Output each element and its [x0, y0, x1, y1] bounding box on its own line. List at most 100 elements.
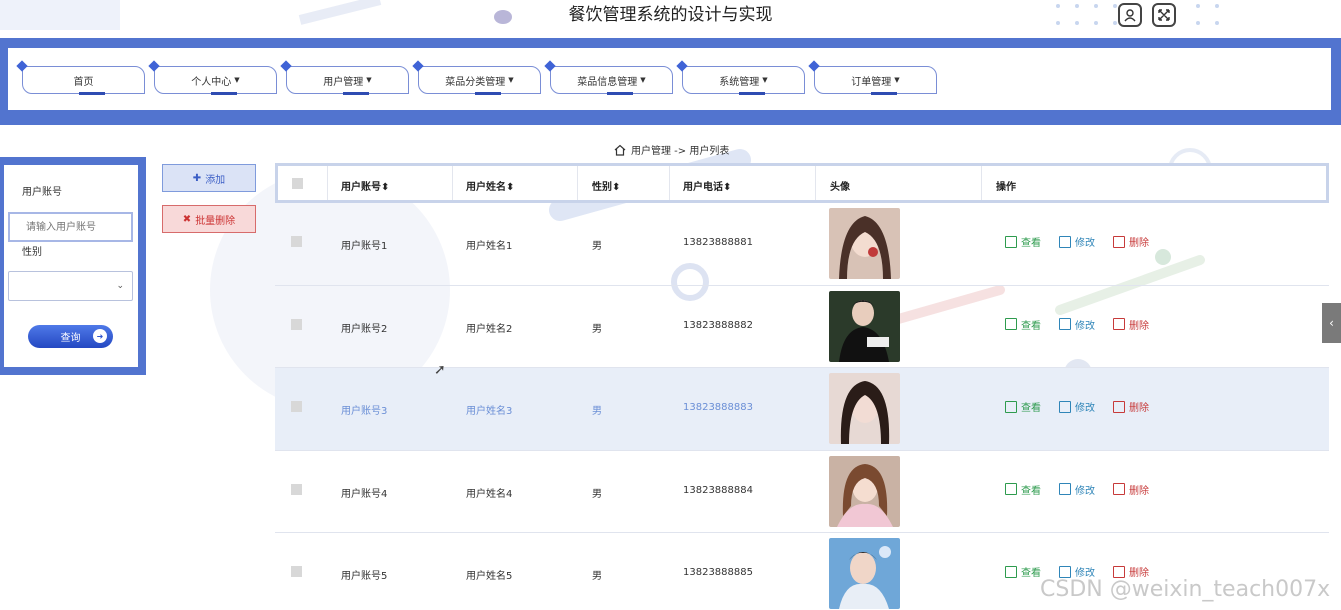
- batch-delete-button[interactable]: ✖ 批量删除: [162, 205, 256, 233]
- sort-icon: ⬍: [723, 182, 732, 193]
- search-panel: 用户账号 性别 ⌄ 查询 ➜: [0, 157, 146, 375]
- view-icon: [1005, 483, 1017, 495]
- nav-item-dish-category[interactable]: 菜品分类管理 ▼: [412, 60, 541, 95]
- account-label: 用户账号: [22, 187, 62, 198]
- nav-item-label: 菜品信息管理: [577, 76, 638, 88]
- view-button[interactable]: 查看: [1005, 399, 1041, 414]
- row-checkbox[interactable]: [291, 318, 302, 330]
- cell-account: 用户账号2: [341, 323, 388, 335]
- fullscreen-icon[interactable]: [1152, 3, 1176, 27]
- nav-item-orders[interactable]: 订单管理 ▼: [808, 60, 937, 95]
- account-search-input[interactable]: [8, 212, 133, 242]
- row-checkbox[interactable]: [291, 236, 302, 247]
- column-header-account[interactable]: 用户账号⬍: [341, 178, 389, 193]
- nav-menu: 首页 个人中心 ▼ 用户管理 ▼ 菜品分类管理 ▼ 菜品信息管理 ▼ 系统管理 ▼ 订单管…: [8, 48, 1331, 110]
- dot-grid-decoration: [1056, 4, 1119, 25]
- plus-icon: ✚: [192, 172, 202, 184]
- table-row[interactable]: 用户账号1 用户姓名1 男 13823888881 查看 修改 删除: [275, 203, 1329, 286]
- edit-button[interactable]: 修改: [1059, 399, 1095, 414]
- home-icon: [614, 144, 626, 156]
- add-button[interactable]: ✚ 添加: [162, 164, 256, 192]
- user-icon[interactable]: [1118, 3, 1142, 27]
- edit-button[interactable]: 修改: [1059, 317, 1095, 332]
- title-dot-decoration: [494, 10, 512, 24]
- cell-phone: 13823888881: [683, 237, 753, 248]
- avatar: [829, 290, 900, 362]
- cell-name: 用户姓名2: [466, 323, 513, 335]
- cell-phone: 13823888884: [683, 484, 753, 496]
- cell-name: 用户姓名3: [466, 406, 513, 417]
- edit-icon: [1059, 483, 1071, 495]
- top-toolbar: [1118, 3, 1176, 27]
- cell-account: 用户账号4: [341, 488, 388, 500]
- nav-item-home[interactable]: 首页: [16, 60, 145, 95]
- minus-square-icon: [1113, 318, 1125, 330]
- cell-phone: 13823888883: [683, 402, 753, 413]
- side-collapse-tab[interactable]: ‹: [1322, 303, 1341, 343]
- view-button[interactable]: 查看: [1005, 482, 1041, 497]
- nav-item-user-management[interactable]: 用户管理 ▼: [280, 60, 409, 95]
- caret-down-icon: ▼: [366, 76, 372, 84]
- dot-grid-decoration-right: [1196, 4, 1221, 25]
- avatar: [829, 538, 900, 609]
- edit-icon: [1059, 565, 1071, 578]
- delete-button[interactable]: 删除: [1113, 399, 1149, 414]
- gender-select[interactable]: ⌄: [8, 271, 133, 301]
- chevron-left-icon: ‹: [1329, 316, 1334, 330]
- select-all-checkbox[interactable]: [292, 178, 303, 189]
- sort-icon: ⬍: [506, 182, 515, 193]
- delete-button[interactable]: 删除: [1113, 482, 1149, 497]
- nav-item-dish-info[interactable]: 菜品信息管理 ▼: [544, 60, 673, 95]
- cell-account: 用户账号5: [341, 571, 388, 582]
- caret-down-icon: ▼: [234, 76, 240, 84]
- column-header-phone[interactable]: 用户电话⬍: [683, 178, 731, 193]
- avatar: [829, 455, 900, 527]
- table-row[interactable]: 用户账号3 用户姓名3 男 13823888883 查看 修改 删除: [275, 368, 1329, 451]
- avatar: [829, 373, 900, 444]
- caret-down-icon: ▼: [894, 76, 900, 84]
- cell-account: 用户账号3: [341, 406, 388, 417]
- row-checkbox[interactable]: [291, 566, 302, 577]
- nav-item-label: 菜品分类管理: [445, 76, 506, 88]
- column-header-actions: 操作: [996, 182, 1016, 193]
- row-checkbox[interactable]: [291, 401, 302, 412]
- gender-label: 性别: [22, 247, 42, 258]
- nav-item-label: 个人中心: [191, 76, 232, 88]
- sort-icon: ⬍: [612, 182, 621, 193]
- row-actions: 查看 修改 删除: [1005, 399, 1149, 414]
- view-button[interactable]: 查看: [1005, 317, 1041, 332]
- query-button-label: 查询: [60, 333, 81, 344]
- minus-square-icon: [1113, 565, 1125, 578]
- nav-item-system[interactable]: 系统管理 ▼: [676, 60, 805, 95]
- table-header: 用户账号⬍ 用户姓名⬍ 性别⬍ 用户电话⬍ 头像 操作: [275, 163, 1329, 203]
- cell-gender: 男: [592, 241, 602, 252]
- column-header-avatar: 头像: [830, 182, 850, 193]
- delete-button[interactable]: 删除: [1113, 234, 1149, 249]
- view-button[interactable]: 查看: [1005, 234, 1041, 249]
- batch-delete-label: 批量删除: [195, 215, 236, 227]
- nav-item-personal-center[interactable]: 个人中心 ▼: [148, 60, 277, 95]
- delete-button[interactable]: 删除: [1113, 317, 1149, 332]
- row-checkbox[interactable]: [291, 483, 302, 495]
- edit-button[interactable]: 修改: [1059, 482, 1095, 497]
- view-icon: [1005, 400, 1017, 413]
- cell-phone: 13823888885: [683, 567, 753, 578]
- table-row[interactable]: 用户账号2 用户姓名2 男 13823888882 查看 修改 删除: [275, 286, 1329, 368]
- nav-item-label: 订单管理: [851, 76, 892, 88]
- view-button[interactable]: 查看: [1005, 564, 1041, 579]
- column-header-gender[interactable]: 性别⬍: [592, 178, 620, 193]
- chevron-down-icon: ⌄: [116, 281, 124, 291]
- cell-gender: 男: [592, 571, 602, 582]
- column-header-name[interactable]: 用户姓名⬍: [466, 178, 514, 193]
- nav-item-label: 首页: [73, 76, 94, 88]
- cell-name: 用户姓名5: [466, 571, 513, 582]
- edit-button[interactable]: 修改: [1059, 234, 1095, 249]
- cell-gender: 男: [592, 323, 602, 335]
- cell-gender: 男: [592, 406, 602, 417]
- edit-icon: [1059, 400, 1071, 413]
- query-button[interactable]: 查询 ➜: [28, 325, 113, 348]
- view-icon: [1005, 318, 1017, 330]
- view-icon: [1005, 235, 1017, 248]
- table-row[interactable]: 用户账号4 用户姓名4 男 13823888884 查看 修改 删除: [275, 451, 1329, 533]
- breadcrumb: 用户管理 -> 用户列表: [614, 142, 729, 157]
